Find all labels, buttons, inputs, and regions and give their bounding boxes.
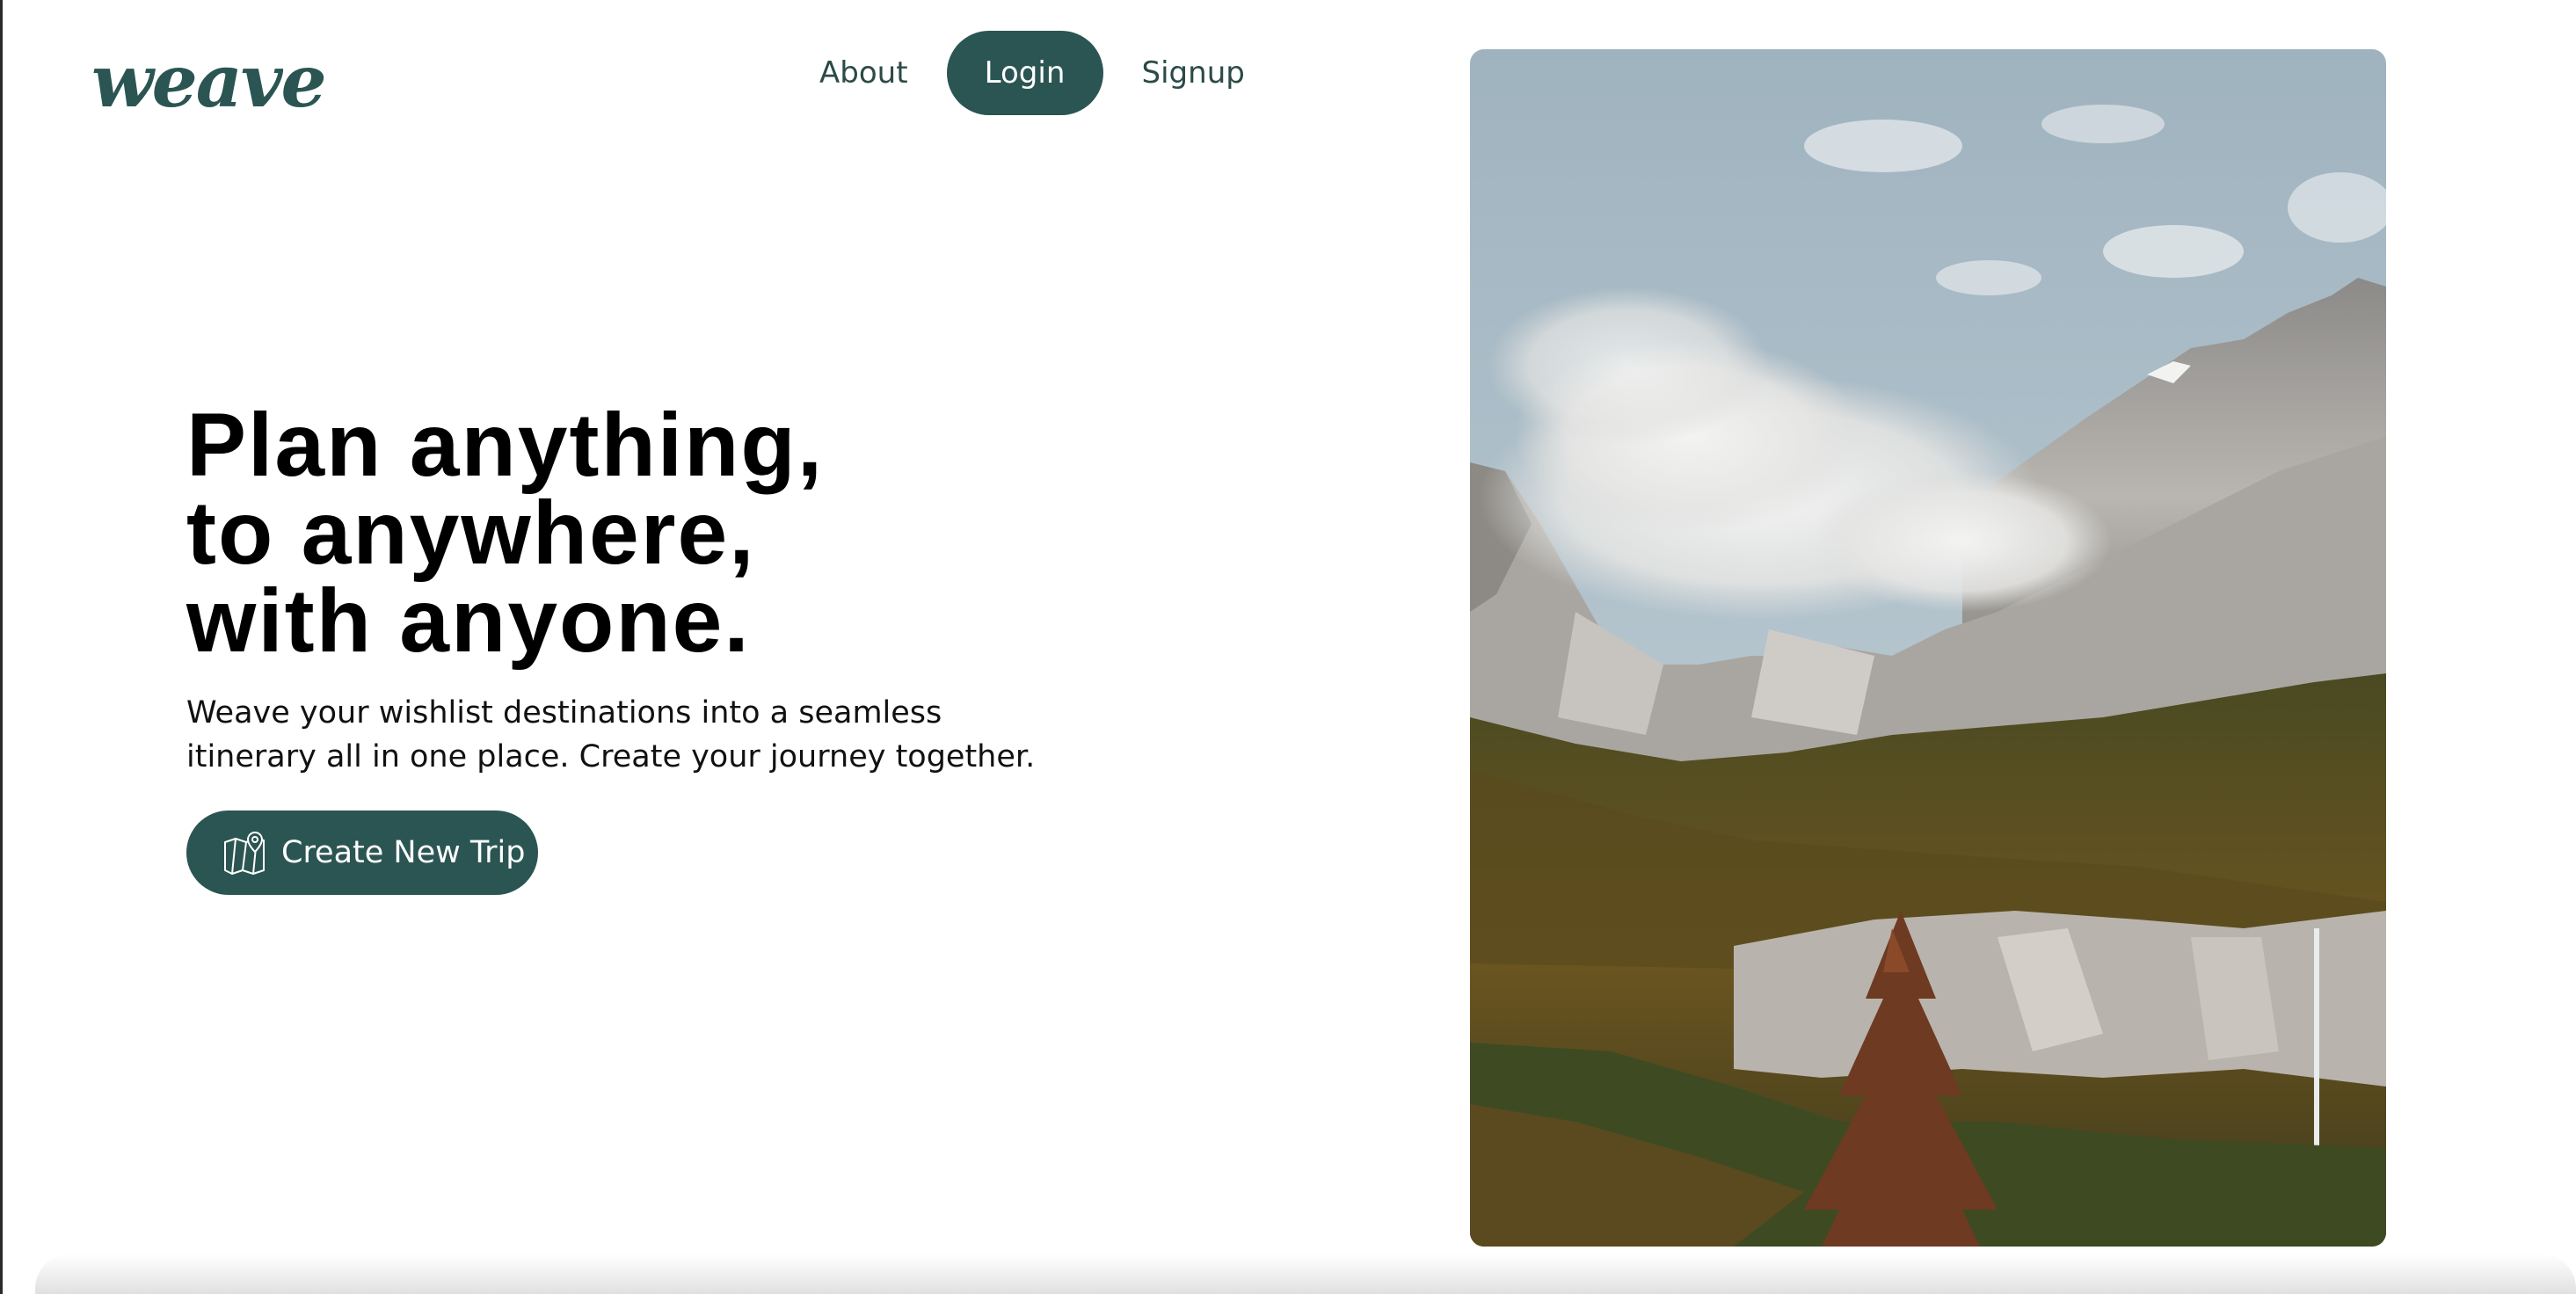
nav-signup-link[interactable]: Signup xyxy=(1123,30,1264,116)
nav-about-link[interactable]: About xyxy=(800,30,928,116)
headline-line: with anyone. xyxy=(186,571,751,671)
subtitle-line: Weave your wishlist destinations into a … xyxy=(186,695,942,731)
window-edge xyxy=(0,0,3,1294)
page: weave About Login Signup Plan anything, … xyxy=(0,0,2576,1294)
login-button[interactable]: Login xyxy=(946,31,1103,115)
top-nav: About Login Signup xyxy=(800,30,1264,116)
create-new-trip-button[interactable]: Create New Trip xyxy=(186,811,538,895)
subtitle-line: itinerary all in one place. Create your … xyxy=(186,739,1036,774)
headline-line: to anywhere, xyxy=(186,483,756,583)
hero-subtitle: Weave your wishlist destinations into a … xyxy=(186,691,1066,779)
map-pin-icon xyxy=(222,830,267,876)
create-new-trip-label: Create New Trip xyxy=(281,835,526,870)
hero-mountain-image xyxy=(1470,49,2386,1247)
bottom-shadow xyxy=(35,1254,2576,1294)
hero-section: Plan anything, to anywhere, with anyone.… xyxy=(186,395,1153,779)
hero-headline: Plan anything, to anywhere, with anyone. xyxy=(186,395,1153,671)
logo[interactable]: weave xyxy=(91,46,327,118)
headline-line: Plan anything, xyxy=(186,395,825,495)
